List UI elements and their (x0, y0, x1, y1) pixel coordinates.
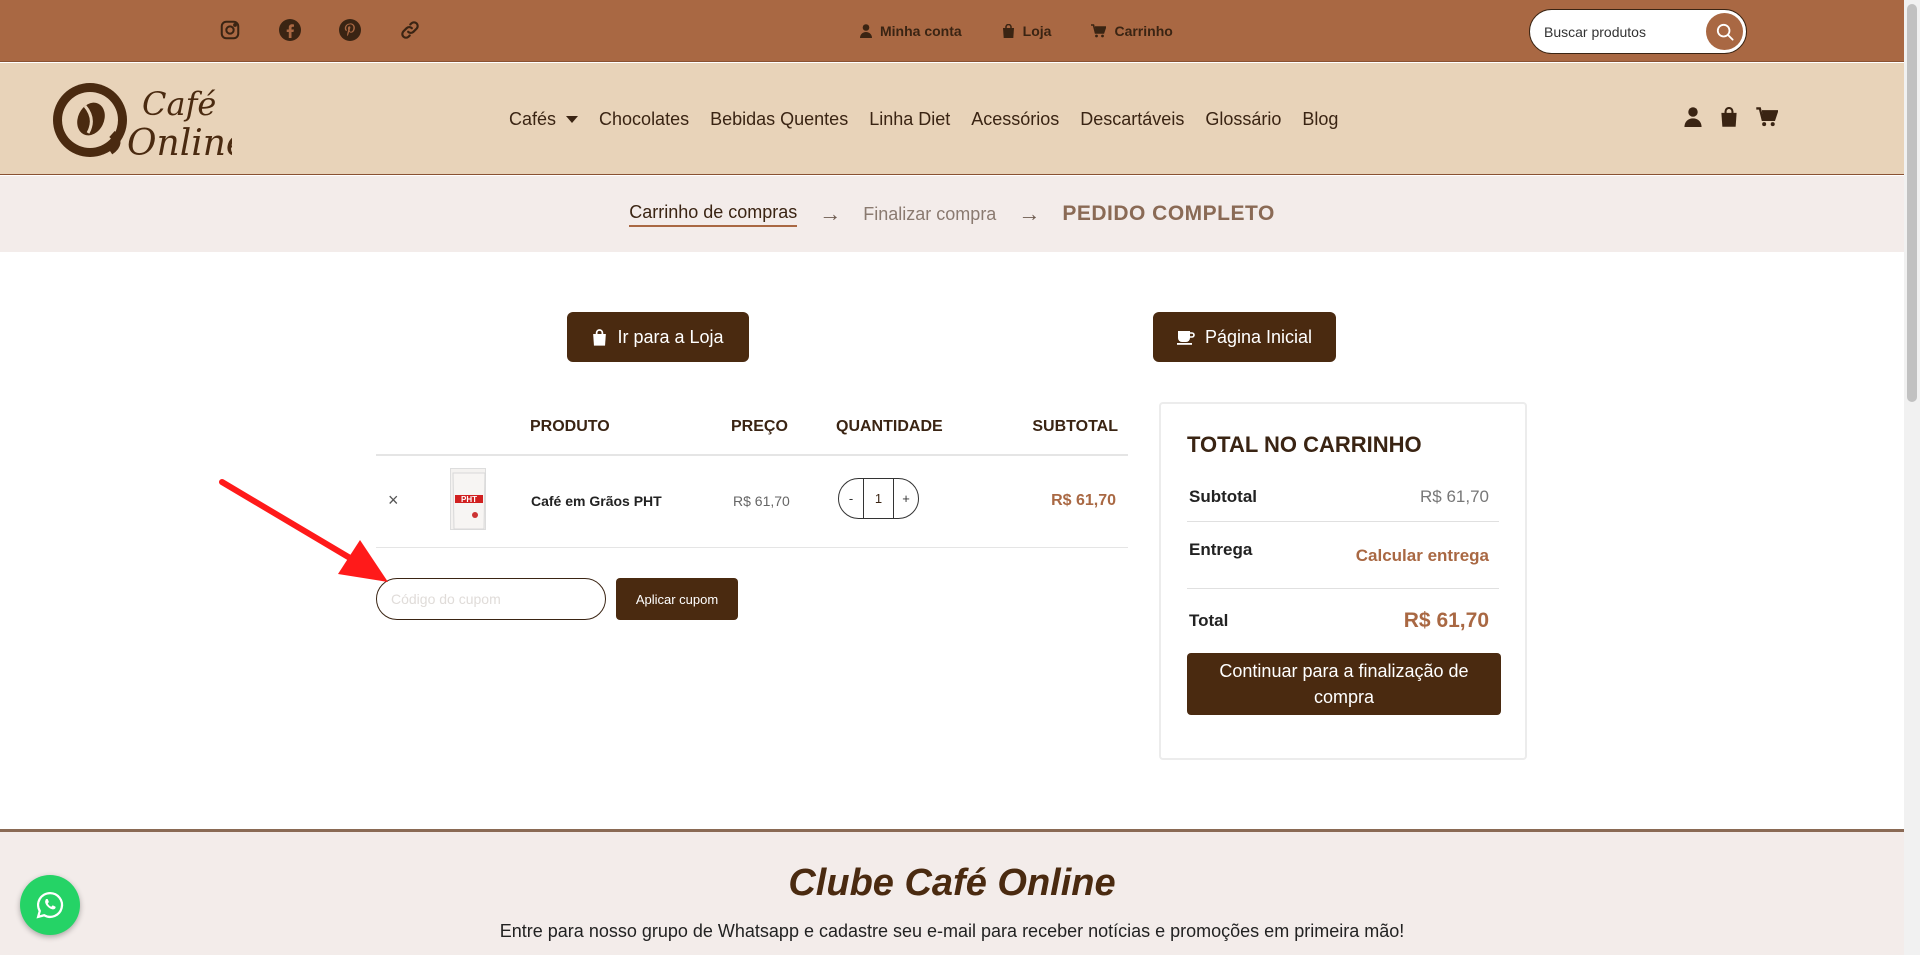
subtotal-label: Subtotal (1189, 486, 1257, 506)
pinterest-icon[interactable] (338, 18, 362, 42)
column-header-quantity: QUANTIDADE (836, 418, 943, 435)
apply-coupon-button[interactable]: Aplicar cupom (616, 578, 738, 620)
scrollbar-thumb[interactable] (1907, 4, 1917, 402)
annotation-arrow-icon (219, 479, 388, 582)
checkout-steps: Carrinho de compras → Finalizar compra →… (0, 176, 1904, 252)
arrow-right-icon: → (1018, 201, 1041, 226)
facebook-icon[interactable] (278, 18, 302, 42)
nav-item-glossario[interactable]: Glossário (1205, 109, 1281, 130)
nav-item-chocolates[interactable]: Chocolates (599, 109, 689, 130)
proceed-to-checkout-button[interactable]: Continuar para a finalização de compra (1187, 653, 1501, 715)
table-row: × PHT Café em Grãos PHT R$ 61,70 - 1 + R… (376, 456, 1128, 548)
column-header-product: PRODUTO (530, 418, 610, 435)
top-nav-cart-label: Carrinho (1114, 23, 1173, 39)
remove-item-icon[interactable]: × (388, 490, 399, 511)
shopping-bag-icon[interactable] (1720, 107, 1738, 127)
cart-totals-title: TOTAL NO CARRINHO (1187, 432, 1422, 457)
go-to-shop-label: Ir para a Loja (617, 326, 724, 347)
top-nav-my-account-label: Minha conta (880, 23, 962, 39)
instagram-icon[interactable] (218, 18, 242, 42)
search-input[interactable] (1544, 23, 1694, 40)
top-bar: Minha conta Loja Carrinho (0, 0, 1904, 62)
club-description: Entre para nosso grupo de Whatsapp e cad… (499, 921, 1405, 941)
step-checkout[interactable]: Finalizar compra (863, 204, 996, 225)
product-thumbnail-label: PHT (461, 495, 477, 504)
caret-down-icon (566, 115, 579, 123)
product-name[interactable]: Café em Grãos PHT (531, 493, 662, 509)
nav-item-cafes-label: Cafés (509, 108, 557, 129)
cart-totals-card: TOTAL NO CARRINHO Subtotal R$ 61,70 Entr… (1159, 402, 1527, 760)
arrow-right-icon: → (819, 201, 842, 226)
product-thumbnail[interactable]: PHT (450, 468, 486, 530)
main-header: Café Online Cafés Chocolates Bebidas Que… (0, 63, 1904, 175)
column-header-price: PREÇO (731, 418, 788, 435)
coupon-form: Aplicar cupom (376, 578, 738, 620)
nav-item-descartaveis[interactable]: Descartáveis (1080, 109, 1184, 130)
club-newsletter-section: Clube Café Online Entre para nosso grupo… (0, 829, 1904, 955)
totals-row-total: Total R$ 61,70 (1187, 589, 1499, 653)
search-box (1529, 9, 1747, 54)
user-icon (860, 24, 872, 38)
user-icon[interactable] (1684, 107, 1702, 127)
nav-item-label: Glossário (1205, 108, 1282, 129)
home-page-label: Página Inicial (1204, 326, 1313, 347)
totals-row-shipping: Entrega Calcular entrega (1187, 522, 1499, 589)
shopping-bag-icon (593, 328, 607, 346)
whatsapp-icon (36, 891, 64, 919)
nav-item-label: Chocolates (599, 108, 690, 129)
nav-item-bebidas-quentes[interactable]: Bebidas Quentes (710, 109, 848, 130)
cart-icon (1091, 24, 1107, 38)
link-icon[interactable] (398, 18, 422, 42)
cart-table-header: PRODUTO PREÇO QUANTIDADE SUBTOTAL (376, 400, 1128, 456)
quantity-input[interactable]: 1 (863, 479, 894, 518)
cart-icon[interactable] (1756, 107, 1778, 127)
quantity-decrease-button[interactable]: - (839, 491, 863, 506)
shopping-bag-icon (1002, 24, 1014, 38)
nav-item-acessorios[interactable]: Acessórios (971, 109, 1059, 130)
coffee-cup-icon (1176, 330, 1195, 345)
top-nav-shop[interactable]: Loja (1002, 23, 1052, 39)
nav-item-label: Bebidas Quentes (710, 108, 849, 129)
quantity-stepper: - 1 + (838, 478, 919, 519)
top-nav-cart[interactable]: Carrinho (1091, 23, 1173, 39)
nav-item-label: Descartáveis (1080, 108, 1185, 129)
total-value: R$ 61,70 (1403, 609, 1489, 632)
top-navigation: Minha conta Loja Carrinho (860, 0, 1173, 62)
nav-item-label: Linha Diet (869, 108, 951, 129)
logo-text-line1: Café (142, 85, 216, 123)
top-nav-shop-label: Loja (1022, 23, 1052, 39)
search-button[interactable] (1706, 13, 1743, 50)
nav-item-label: Blog (1302, 108, 1339, 129)
step-order-complete: PEDIDO COMPLETO (1062, 202, 1275, 225)
product-subtotal: R$ 61,70 (1051, 492, 1116, 509)
social-links (218, 18, 422, 42)
cart-table: PRODUTO PREÇO QUANTIDADE SUBTOTAL × PHT … (376, 400, 1128, 620)
header-icons (1684, 107, 1778, 127)
nav-item-blog[interactable]: Blog (1302, 109, 1338, 130)
totals-row-subtotal: Subtotal R$ 61,70 (1187, 472, 1499, 522)
subtotal-value: R$ 61,70 (1420, 486, 1489, 506)
step-cart[interactable]: Carrinho de compras (629, 202, 798, 227)
top-nav-my-account[interactable]: Minha conta (860, 23, 962, 39)
product-price: R$ 61,70 (733, 493, 790, 509)
column-header-subtotal: SUBTOTAL (1032, 418, 1118, 435)
nav-item-label: Acessórios (971, 108, 1060, 129)
logo-text-line2: Online (127, 123, 232, 161)
main-navigation: Cafés Chocolates Bebidas Quentes Linha D… (509, 63, 1338, 175)
calculate-shipping-link[interactable]: Calcular entrega (1356, 546, 1489, 566)
site-logo[interactable]: Café Online (52, 79, 247, 164)
nav-item-linha-diet[interactable]: Linha Diet (869, 109, 950, 130)
nav-item-cafes[interactable]: Cafés (509, 108, 579, 130)
page-scrollbar[interactable] (1904, 0, 1920, 955)
quantity-increase-button[interactable]: + (894, 491, 918, 506)
coupon-code-input[interactable] (376, 578, 606, 620)
go-to-shop-button[interactable]: Ir para a Loja (567, 312, 749, 362)
shipping-label: Entrega (1189, 540, 1253, 559)
whatsapp-button[interactable] (20, 875, 80, 935)
club-title: Clube Café Online (788, 862, 1116, 904)
home-page-button[interactable]: Página Inicial (1153, 312, 1336, 362)
search-icon (1716, 23, 1734, 41)
total-label: Total (1189, 611, 1229, 630)
